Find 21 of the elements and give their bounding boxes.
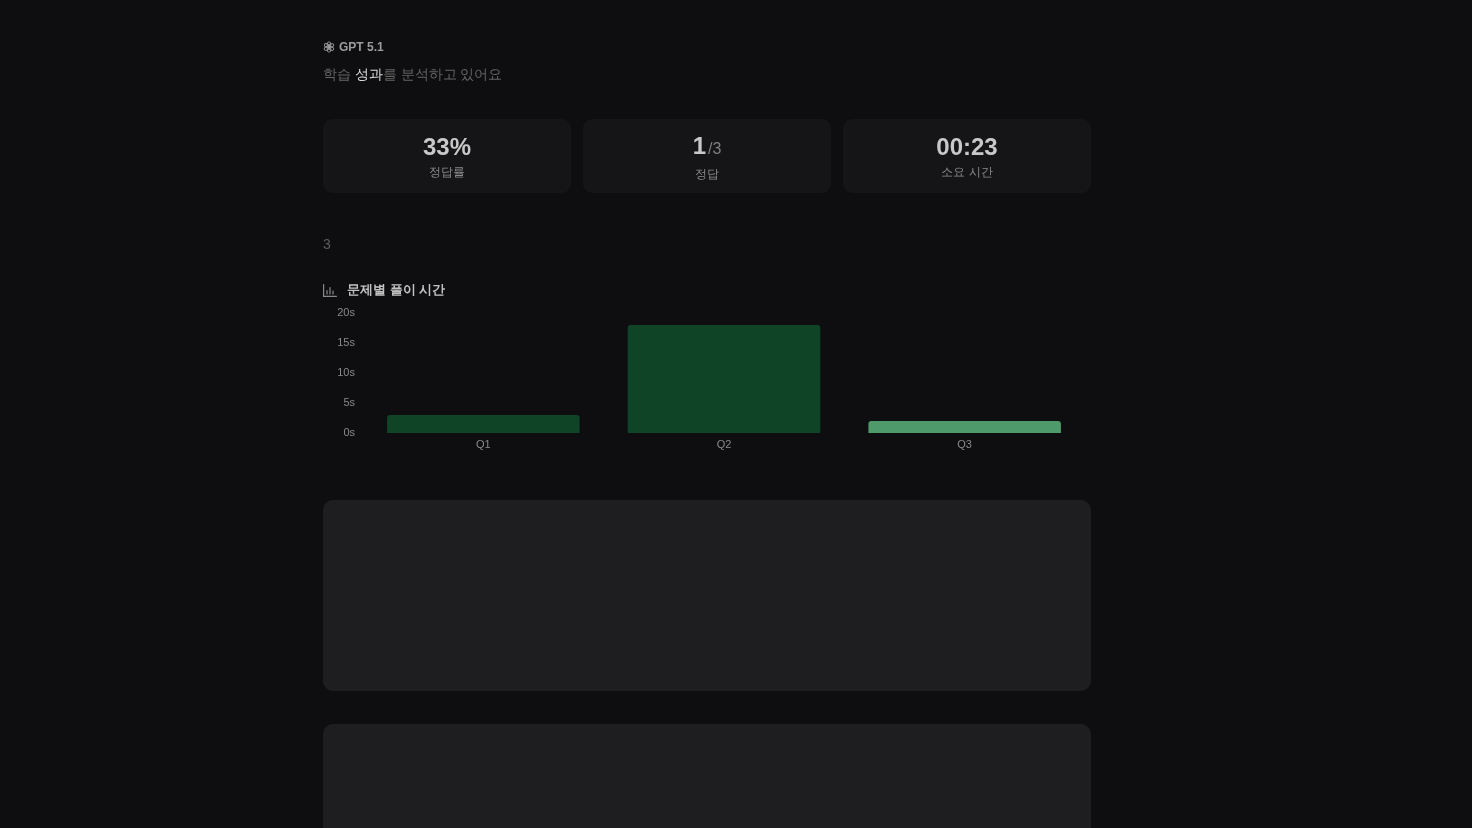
stat-total: /3	[708, 138, 722, 159]
bar-chart-icon	[323, 283, 337, 297]
axis-label: Q1	[476, 437, 491, 450]
axis-label: Q3	[957, 437, 972, 450]
axis-label: 15s	[337, 335, 355, 348]
stat-label: 정답	[695, 166, 719, 182]
count-text: 3	[323, 235, 331, 254]
stat-value: 33%	[422, 132, 471, 162]
model-name: GPT 5.1	[339, 39, 384, 55]
stat-label: 정답률	[429, 165, 465, 180]
stat-value: 00:23	[936, 132, 998, 162]
stat-label: 소요 시간	[941, 165, 993, 180]
logo-icon	[323, 41, 335, 53]
status-text: 학습 성과를 분석하고 있어요	[323, 66, 503, 84]
chart-title: 문제별 풀이 시간	[347, 281, 446, 299]
axis-label: 20s	[337, 305, 355, 318]
stat-value: 1	[692, 130, 706, 161]
axis-label: 0s	[343, 425, 355, 438]
axis-label: Q2	[716, 437, 732, 450]
axis-label: 10s	[337, 365, 355, 378]
axis-label: 5s	[343, 395, 355, 408]
